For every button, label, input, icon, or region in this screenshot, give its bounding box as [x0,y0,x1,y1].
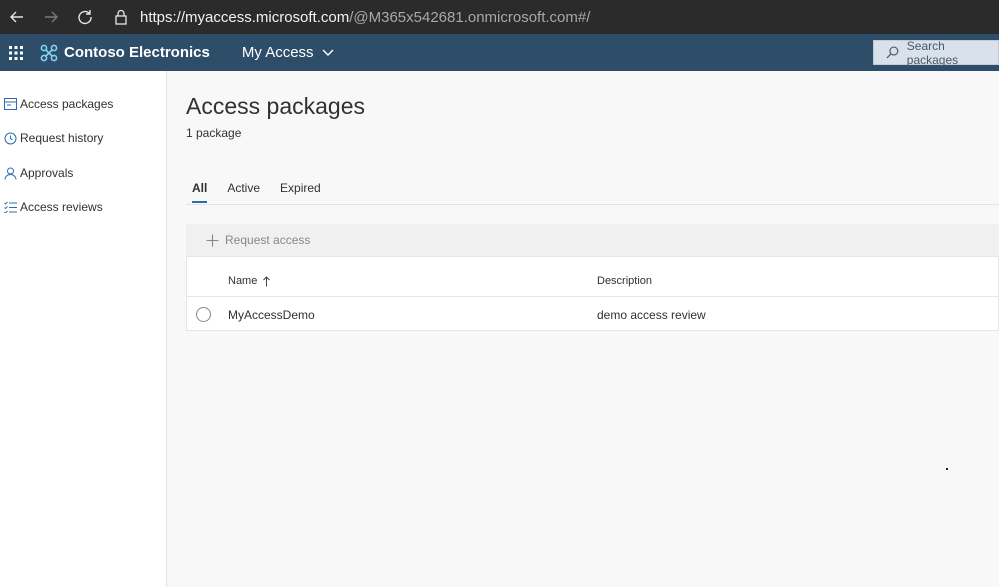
refresh-button[interactable] [68,0,102,34]
package-count: 1 package [186,126,242,140]
header-divider [187,296,999,297]
sidebar-item-label: Request history [20,131,104,145]
forward-button[interactable] [34,0,68,34]
tab-all[interactable]: All [192,181,208,203]
search-icon [886,46,899,59]
column-header-name[interactable]: Name [228,275,271,287]
search-packages-input[interactable]: Search packages [873,38,999,67]
tab-list: All Active Expired [192,181,341,203]
column-header-description[interactable]: Description [597,275,652,287]
history-icon [4,132,17,144]
sort-ascending-icon [263,275,271,286]
package-icon [4,98,17,110]
command-bar: Request access [186,224,999,256]
sidebar-item-label: Approvals [20,166,74,180]
sidebar-item-approvals[interactable]: Approvals [4,163,73,183]
row-select-radio[interactable] [196,307,211,322]
column-header-label: Description [597,275,653,287]
browser-toolbar: https://myaccess.microsoft.com/@M365x542… [0,0,999,34]
app-name-label: My Access [241,44,314,61]
arrow-right-icon [45,11,58,23]
row-description: demo access review [597,308,706,322]
checklist-icon [4,201,17,213]
sidebar-item-label: Access reviews [20,200,103,214]
refresh-icon [78,10,92,25]
chevron-down-icon [322,49,334,56]
cursor-dot [946,468,948,470]
brand[interactable]: Contoso Electronics [40,44,210,62]
tab-expired[interactable]: Expired [280,181,321,203]
person-icon [4,167,17,180]
lock-icon [115,9,127,25]
brand-name: Contoso Electronics [64,44,210,61]
arrow-left-icon [10,11,23,23]
address-bar[interactable]: https://myaccess.microsoft.com/@M365x542… [112,0,590,34]
tabs-divider [186,204,999,205]
column-header-label: Name [228,275,258,287]
waffle-icon [9,45,23,60]
sidebar-item-access-reviews[interactable]: Access reviews [4,197,103,217]
url-host: https://myaccess.microsoft.com [140,8,350,26]
plus-icon [206,234,219,246]
sidebar-item-label: Access packages [20,97,114,111]
tab-active[interactable]: Active [227,181,260,203]
row-name[interactable]: MyAccessDemo [228,308,315,322]
packages-table: Name Description MyAccessDemo demo acces… [186,256,999,331]
back-button[interactable] [0,0,34,34]
url-path: /@M365x542681.onmicrosoft.com#/ [349,8,591,26]
request-access-button[interactable]: Request access [206,233,310,247]
request-access-label: Request access [225,233,311,247]
app-header: Contoso Electronics My Access Search pac… [0,34,999,71]
app-launcher-button[interactable] [0,34,32,71]
page-title: Access packages [186,93,365,119]
search-placeholder: Search packages [906,38,959,67]
sidebar-item-access-packages[interactable]: Access packages [4,94,113,114]
app-switcher[interactable]: My Access [242,44,334,61]
main-content: Access packages 1 package All Active Exp… [167,71,999,587]
sidebar-item-request-history[interactable]: Request history [4,128,103,148]
contoso-logo-icon [40,44,58,61]
sidebar: Access packages Request history Approval… [0,71,167,587]
